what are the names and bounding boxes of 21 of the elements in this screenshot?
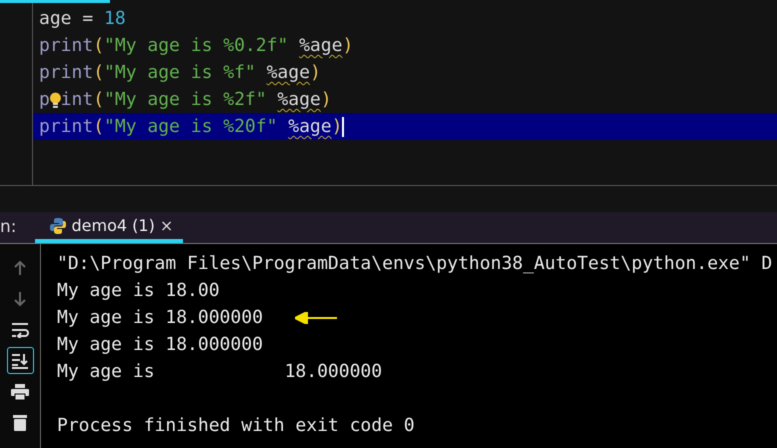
console-output-line: Process finished with exit code 0: [57, 414, 415, 438]
console-output-line: My age is 18.000000: [57, 333, 263, 357]
console-output-line: My age is 18.00: [57, 279, 220, 303]
scroll-to-end-icon: [11, 352, 29, 368]
code-line: p int("My age is %2f" %age): [38, 88, 333, 112]
close-icon[interactable]: ×: [160, 216, 174, 235]
console-output-line: "D:\Program Files\ProgramData\envs\python38_AutoTest\python.exe" D: [57, 252, 772, 276]
console-output-line: My age is 18.000000: [57, 306, 263, 330]
code-line: age = 18: [38, 7, 127, 31]
panel-label: n:: [0, 216, 18, 239]
console-tool-button[interactable]: [6, 347, 34, 374]
python-icon: [48, 216, 67, 234]
down-arrow-icon: [13, 290, 27, 306]
console-output-line: My age is 18.000000: [57, 360, 382, 384]
code-line: print("My age is %0.2f" %age): [38, 34, 354, 58]
code-line: print("My age is %f" %age): [38, 61, 322, 85]
soft-wrap-icon: [11, 322, 29, 338]
up-arrow-icon: [13, 260, 27, 276]
trash-icon: [13, 414, 27, 431]
lightbulb-icon[interactable]: [50, 90, 61, 108]
printer-icon: [11, 384, 29, 400]
